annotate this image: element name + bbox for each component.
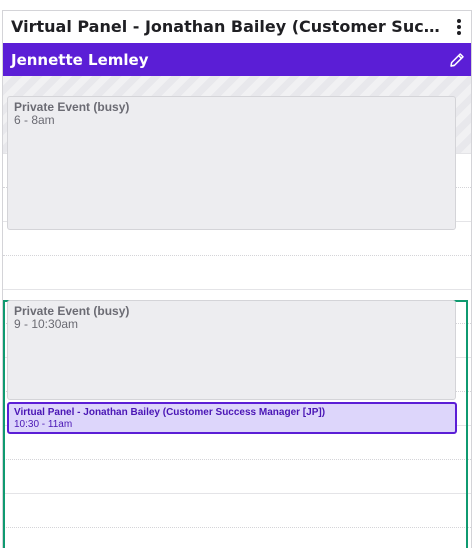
kebab-dot: [457, 31, 461, 35]
person-header: Jennette Lemley: [3, 43, 471, 76]
hour-line: [3, 493, 471, 494]
booked-event[interactable]: Virtual Panel - Jonathan Bailey (Custome…: [7, 402, 457, 434]
busy-event-time: 6 - 8am: [14, 113, 55, 127]
half-hour-line: [3, 255, 471, 256]
time-grid[interactable]: Private Event (busy) 6 - 8am Private Eve…: [3, 76, 471, 548]
busy-event-time: 9 - 10:30am: [14, 317, 79, 331]
person-name: Jennette Lemley: [11, 51, 149, 69]
kebab-dot: [457, 19, 461, 23]
calendar-panel: Virtual Panel - Jonathan Bailey (Custome…: [2, 10, 472, 548]
booked-event-time: 10:30 - 11am: [14, 419, 73, 430]
booked-event-title: Virtual Panel - Jonathan Bailey (Custome…: [14, 407, 326, 418]
hour-line: [3, 289, 471, 290]
pencil-icon[interactable]: [448, 51, 466, 69]
busy-event[interactable]: Private Event (busy) 6 - 8am: [7, 96, 456, 230]
busy-event-title: Private Event (busy): [14, 304, 130, 318]
panel-title: Virtual Panel - Jonathan Bailey (Custome…: [11, 17, 443, 36]
half-hour-line: [3, 527, 471, 528]
busy-event[interactable]: Private Event (busy) 9 - 10:30am: [7, 300, 456, 400]
half-hour-line: [3, 459, 471, 460]
more-vertical-icon[interactable]: [451, 17, 467, 37]
busy-event-title: Private Event (busy): [14, 100, 130, 114]
panel-header: Virtual Panel - Jonathan Bailey (Custome…: [3, 11, 471, 43]
kebab-dot: [457, 25, 461, 29]
